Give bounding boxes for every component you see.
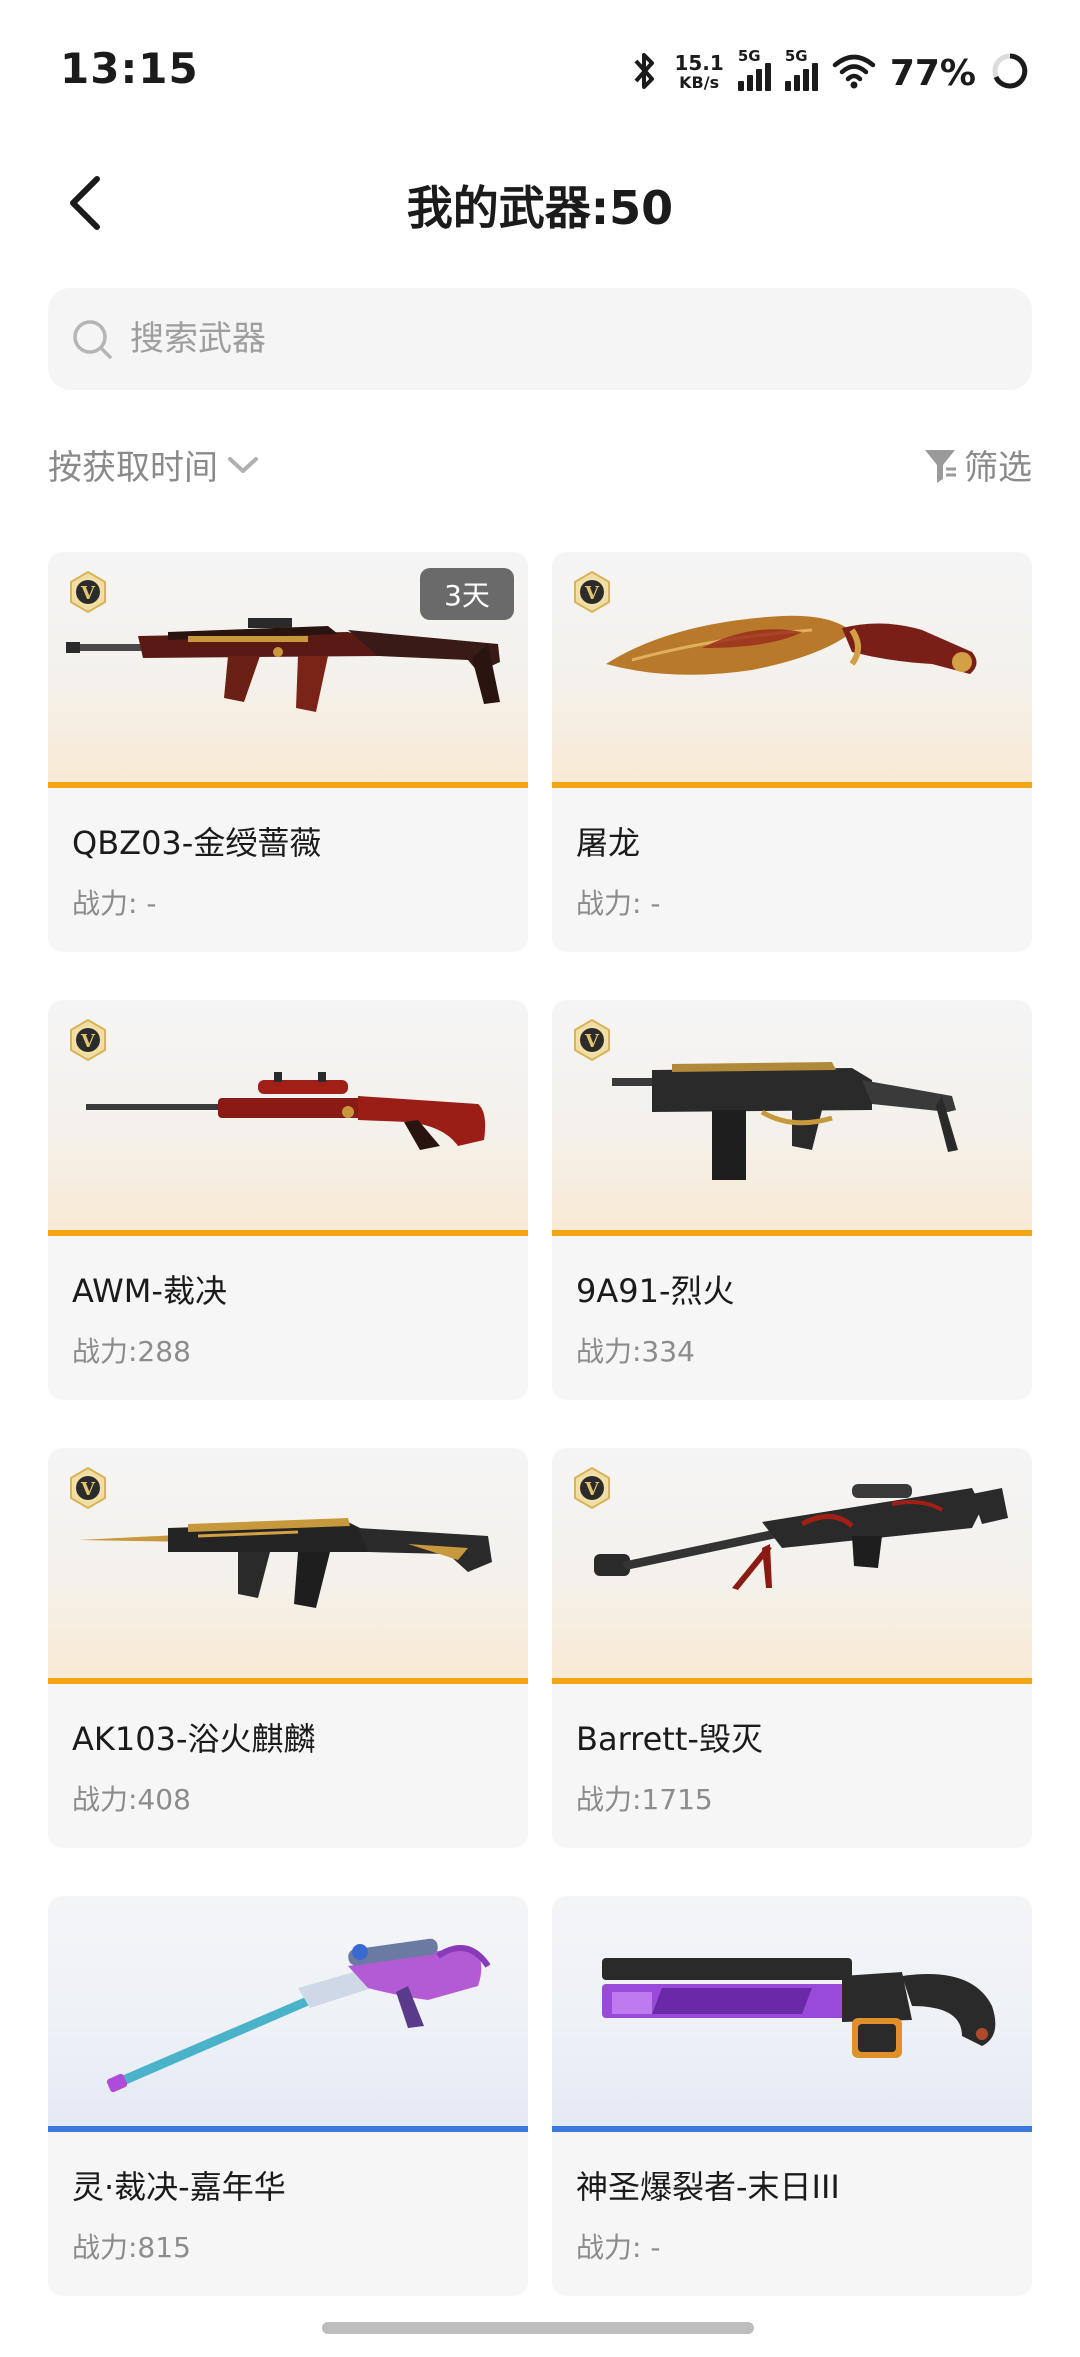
weapon-image-area: V xyxy=(48,1000,528,1236)
weapon-name: QBZ03-金绶蔷薇 xyxy=(72,824,322,862)
bluetooth-icon xyxy=(630,51,660,95)
weapon-card[interactable]: V 9A91-烈火 战力:334 xyxy=(552,1000,1032,1400)
weapon-image-area xyxy=(48,1896,528,2132)
network-speed: 15.1 KB/s xyxy=(674,51,724,92)
search-bar[interactable] xyxy=(48,288,1032,390)
sort-label: 按获取时间 xyxy=(48,448,218,488)
weapon-card[interactable]: V AK103-浴火麒麟 战力:408 xyxy=(48,1448,528,1848)
weapon-power: 战力: - xyxy=(576,887,661,920)
battery-icon xyxy=(990,51,1030,95)
rifle-image xyxy=(78,1518,492,1608)
weapon-image-area xyxy=(552,1896,1032,2132)
weapon-image-area: V 3天 xyxy=(48,552,528,788)
rifle-image xyxy=(66,618,500,712)
shotgun-image xyxy=(602,1958,996,2058)
weapon-name: Barrett-毁灭 xyxy=(576,1720,763,1758)
filter-icon xyxy=(925,449,956,483)
weapon-name: 9A91-烈火 xyxy=(576,1272,735,1310)
status-bar: 13:15 15.1 KB/s 5G 5G 77% xyxy=(0,0,1080,150)
filter-label: 筛选 xyxy=(964,448,1032,488)
smg-image xyxy=(612,1062,958,1180)
status-time: 13:15 xyxy=(60,44,199,93)
weapon-name: AK103-浴火麒麟 xyxy=(72,1720,316,1758)
sort-dropdown[interactable]: 按获取时间 xyxy=(48,440,260,489)
filter-button[interactable]: 筛选 xyxy=(922,440,1032,489)
search-input[interactable] xyxy=(128,318,978,360)
search-icon xyxy=(73,320,112,359)
battery-percent: 77% xyxy=(889,52,976,94)
wifi-icon xyxy=(832,53,876,93)
weapon-image-area: V xyxy=(48,1448,528,1684)
status-icons: 15.1 KB/s 5G 5G 77% xyxy=(630,47,1030,98)
sniper-rifle-image xyxy=(106,1938,491,2093)
weapon-power: 战力: - xyxy=(576,2231,661,2264)
weapon-card[interactable]: V 屠龙 战力: - xyxy=(552,552,1032,952)
weapon-power: 战力:334 xyxy=(576,1335,695,1368)
weapon-name: 灵·裁决-嘉年华 xyxy=(72,2168,286,2206)
weapon-name: 屠龙 xyxy=(576,824,641,862)
weapon-image-area: V xyxy=(552,1000,1032,1236)
weapon-power: 战力:815 xyxy=(72,2231,191,2264)
weapon-power: 战力:408 xyxy=(72,1783,191,1816)
weapon-name: 神圣爆裂者-末日III xyxy=(576,2168,840,2206)
page-title: 我的武器:50 xyxy=(406,181,674,235)
chevron-down-icon xyxy=(228,456,258,473)
weapon-power: 战力: - xyxy=(72,887,157,920)
sniper-rifle-image xyxy=(594,1484,1008,1590)
signal-icon: 5G xyxy=(737,47,771,91)
weapon-image-area: V xyxy=(552,1448,1032,1684)
weapon-card[interactable]: V 3天 QBZ03-金绶蔷薇 战力: - xyxy=(48,552,528,952)
weapon-name: AWM-裁决 xyxy=(72,1272,227,1310)
weapon-card[interactable]: V AWM-裁决 战力:288 xyxy=(48,1000,528,1400)
home-indicator[interactable] xyxy=(322,2322,754,2334)
weapon-card[interactable]: 灵·裁决-嘉年华 战力:815 xyxy=(48,1896,528,2296)
weapon-image-area: V xyxy=(552,552,1032,788)
weapon-card[interactable]: 神圣爆裂者-末日III 战力: - xyxy=(552,1896,1032,2296)
weapon-grid: V 3天 QBZ03-金绶蔷薇 战力: - V 屠龙 战力: - V AWM-裁… xyxy=(48,552,1032,2296)
knife-image xyxy=(606,615,977,675)
signal-icon: 5G xyxy=(784,47,818,91)
weapon-card[interactable]: V Barrett-毁灭 战力:1715 xyxy=(552,1448,1032,1848)
weapon-power: 战力:1715 xyxy=(576,1783,713,1816)
sniper-rifle-image xyxy=(86,1072,486,1150)
weapon-power: 战力:288 xyxy=(72,1335,191,1368)
